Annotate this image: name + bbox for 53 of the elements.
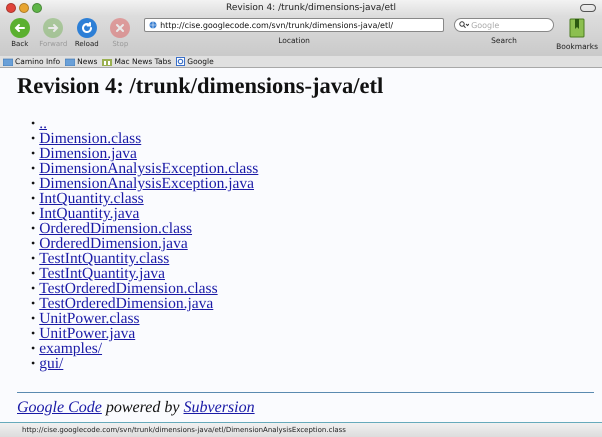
bullet: • <box>31 221 36 236</box>
bullet: • <box>31 146 36 161</box>
close-icon[interactable] <box>6 3 16 13</box>
google-code-link[interactable]: Google Code <box>17 399 102 417</box>
bullet: • <box>31 356 36 371</box>
stop-icon <box>110 18 130 38</box>
page-heading: Revision 4: /trunk/dimensions-java/etl <box>17 72 384 100</box>
site-icon <box>176 57 186 66</box>
file-link[interactable]: UnitPower.class <box>39 311 140 326</box>
file-link[interactable]: gui/ <box>39 356 64 371</box>
file-link[interactable]: .. <box>39 116 47 131</box>
file-link[interactable]: OrderedDimension.class <box>39 221 192 236</box>
bullet: • <box>31 281 36 296</box>
file-link[interactable]: Dimension.class <box>39 131 142 146</box>
search-icon <box>459 21 470 29</box>
bullet: • <box>31 236 36 251</box>
file-link[interactable]: TestOrderedDimension.class <box>39 281 218 296</box>
bullet: • <box>31 251 36 266</box>
file-link[interactable]: examples/ <box>39 341 102 356</box>
location-field[interactable]: http://cise.googlecode.com/svn/trunk/dimensions-java/etl/ <box>144 18 444 32</box>
bullet: • <box>31 296 36 311</box>
bullet: • <box>31 116 36 131</box>
file-link[interactable]: DimensionAnalysisException.class <box>39 161 258 176</box>
bullet: • <box>31 341 36 356</box>
back-icon <box>10 18 30 38</box>
bullet: • <box>31 191 36 206</box>
bookmark-book-icon <box>569 18 586 38</box>
file-link[interactable]: TestIntQuantity.java <box>39 266 165 281</box>
file-link[interactable]: Dimension.java <box>39 146 137 161</box>
bullet: • <box>31 176 36 191</box>
bullet: • <box>31 326 36 341</box>
zoom-icon[interactable] <box>32 3 42 13</box>
reload-icon <box>76 18 97 38</box>
bullet: • <box>31 131 36 146</box>
minimize-icon[interactable] <box>19 3 29 13</box>
globe-icon <box>149 21 158 29</box>
bullet: • <box>31 161 36 176</box>
file-link[interactable]: IntQuantity.java <box>39 206 140 221</box>
file-link[interactable]: OrderedDimension.java <box>39 236 188 251</box>
file-link[interactable]: TestOrderedDimension.java <box>39 296 214 311</box>
window-title: Revision 4: /trunk/dimensions-java/etl <box>224 3 398 13</box>
file-link[interactable]: UnitPower.java <box>39 326 136 341</box>
bullet: • <box>31 266 36 281</box>
footer-text: powered by <box>106 399 180 417</box>
file-link[interactable]: IntQuantity.class <box>39 191 144 206</box>
file-link[interactable]: DimensionAnalysisException.java <box>39 176 254 191</box>
forward-icon <box>43 18 64 38</box>
file-link[interactable]: TestIntQuantity.class <box>39 251 170 266</box>
tabs-folder-icon <box>102 58 112 66</box>
bullet: • <box>31 206 36 221</box>
bullet: • <box>31 311 36 326</box>
subversion-link[interactable]: Subversion <box>183 399 255 417</box>
toolbar-toggle-icon[interactable] <box>580 4 596 12</box>
